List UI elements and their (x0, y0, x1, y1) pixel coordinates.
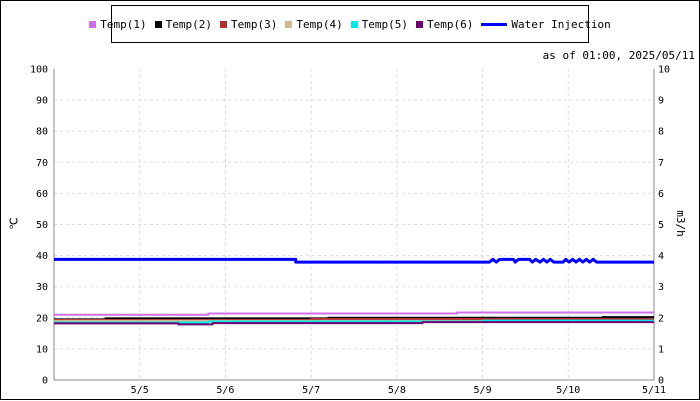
left-tick-label: 60 (36, 189, 48, 200)
series-line-water-injection (54, 257, 654, 264)
right-tick-label: 9 (658, 96, 664, 107)
left-tick-label: 80 (36, 127, 48, 138)
left-tick-label: 100 (30, 65, 48, 76)
series-line-temp-6 (54, 321, 654, 326)
x-tick-label: 5/5 (131, 385, 149, 396)
right-tick-label: 2 (658, 313, 664, 324)
chart-frame: Temp(1) Temp(2) Temp(3) Temp(4) Temp(5) … (0, 0, 700, 400)
right-tick-label: 3 (658, 282, 664, 293)
x-tick-label: 5/11 (642, 385, 666, 396)
right-tick-label: 1 (658, 344, 664, 355)
left-tick-label: 70 (36, 158, 48, 169)
left-tick-label: 40 (36, 251, 48, 262)
right-tick-label: 7 (658, 158, 664, 169)
series-line-temp-1 (54, 311, 654, 316)
left-tick-label: 90 (36, 96, 48, 107)
left-tick-label: 0 (42, 376, 48, 387)
x-tick-label: 5/6 (216, 385, 234, 396)
right-tick-label: 4 (658, 251, 664, 262)
x-tick-label: 5/7 (302, 385, 320, 396)
x-tick-label: 5/10 (556, 385, 580, 396)
chart-plot-svg: 01020304050607080901000123456789105/5 5/6… (30, 65, 670, 397)
x-tick-label: 5/9 (474, 385, 492, 396)
left-tick-label: 10 (36, 344, 48, 355)
left-tick-label: 50 (36, 220, 48, 231)
right-tick-label: 10 (658, 65, 670, 76)
x-tick-label: 5/8 (388, 385, 406, 396)
left-tick-label: 30 (36, 282, 48, 293)
right-tick-label: 6 (658, 189, 664, 200)
left-tick-label: 20 (36, 313, 48, 324)
right-tick-label: 8 (658, 127, 664, 138)
right-tick-label: 5 (658, 220, 664, 231)
